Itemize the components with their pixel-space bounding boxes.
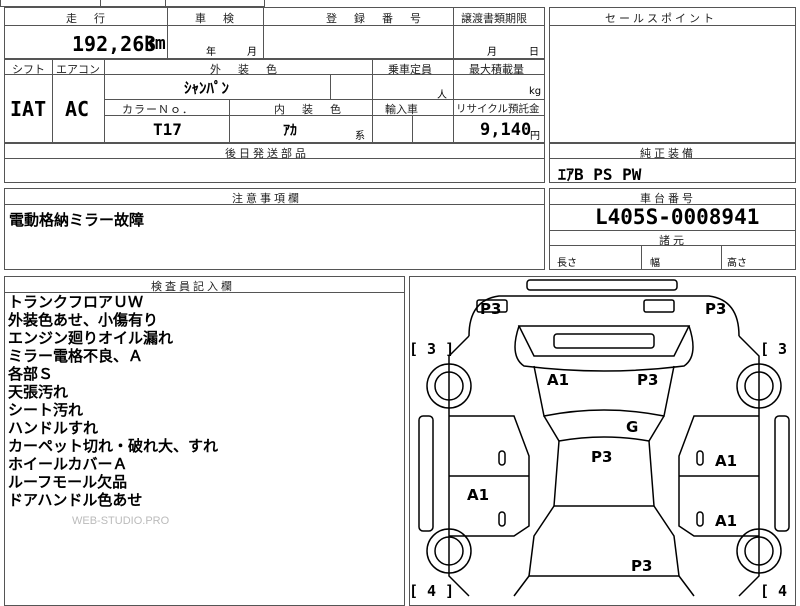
inspection-month-label: 月 [247,47,257,58]
label-rear-left: P3 [480,300,502,318]
watermark: WEB-STUDIO.PRO [72,515,170,527]
note-line: エンジン廻りオイル漏れ [8,329,174,347]
shift-value: IAT [10,97,47,121]
transfer-deadline-header: 譲渡書類期限 [461,12,527,25]
color-no-header: カラーＮｏ． [122,103,194,116]
recycle-unit: 円 [530,131,540,142]
note-line: ホイールカバーＡ [8,455,128,473]
note-line: カーペット切れ・破れ大、すれ [8,437,219,455]
interior-color-value: ｱｶ [283,123,297,139]
capacity-unit: 人 [437,90,447,101]
label-rear-glass: G [626,418,639,436]
interior-color-header: 内 装 色 [274,103,344,116]
aircon-header: エアコン [56,63,100,76]
note-line: ドアハンドル色あせ [8,491,143,509]
shift-header: シフト [12,63,45,76]
exterior-color-value: ｼｬﾝﾊﾟﾝ [184,79,230,97]
inspection-year-label: 年 [206,47,216,58]
inspector-header: 検査員記入欄 [151,280,235,293]
inspection-header: 車 検 [195,12,237,25]
height-label: 高さ [727,258,747,269]
caution-header: 注意事項欄 [232,192,302,205]
note-line: シート汚れ [8,401,84,419]
label-rear-right: P3 [705,300,727,318]
label-trunk-left: A1 [547,371,570,389]
chassis-value: L405S-0008941 [595,205,760,229]
mileage-unit: km [144,33,166,54]
width-label: 幅 [650,258,660,269]
note-line: トランクフロアＵＷ [8,293,144,311]
genuine-equipment-header: 純正装備 [640,147,696,160]
chassis-header: 車台番号 [640,192,696,205]
note-line: ミラー電格不良、Ａ [8,347,144,365]
max-load-header: 最大積載量 [469,63,524,76]
bracket-top-left: [ 3 ] [409,340,455,358]
exterior-color-header: 外 装 色 [210,63,280,76]
note-line: ルーフモール欠品 [8,473,128,491]
note-line: 天張汚れ [8,383,69,401]
bracket-bottom-right: [ 4 [760,582,788,600]
label-right-front-door: A1 [715,512,738,530]
dimensions-header: 諸元 [659,234,687,247]
color-no-value: T17 [153,120,182,139]
deadline-month-label: 月 [487,47,497,58]
bracket-top-right: [ 3 [760,340,788,358]
label-hood: P3 [631,557,653,575]
inspector-notes: トランクフロアＵＷ 外装色あせ、小傷有り エンジン廻りオイル漏れ ミラー電格不良… [8,293,218,509]
car-diagram [418,279,790,597]
clipped-row-top [0,0,265,7]
recycle-header: リサイクル預託金 [456,103,540,115]
load-unit: kg [529,86,542,97]
label-trunk-right: P3 [637,371,659,389]
note-line: ハンドルすれ [8,419,99,437]
deadline-day-label: 日 [529,47,539,58]
label-right-rear-door: A1 [715,452,738,470]
registration-header: 登 録 番 号 [326,12,424,25]
length-label: 長さ [557,258,577,269]
capacity-header: 乗車定員 [388,63,432,76]
note-line: 各部Ｓ [8,365,54,383]
aircon-value: AC [65,97,90,121]
note-line: 外装色あせ、小傷有り [8,311,159,329]
sales-point-box [549,7,796,143]
recycle-value: 9,140 [480,120,532,140]
interior-color-suffix: 系 [355,131,365,142]
caution-value: 電動格納ミラー故障 [9,211,145,229]
genuine-equipment-value: ｴｱB PS PW [558,165,642,184]
later-parts-header: 後日発送部品 [225,147,309,160]
mileage-header: 走 行 [66,12,108,25]
sales-point-header: セールスポイント [605,12,717,25]
label-roof: P3 [591,448,613,466]
import-header: 輸入車 [385,103,418,116]
label-left-rear-door: A1 [467,486,490,504]
bracket-bottom-left: [ 4 ] [409,582,455,600]
